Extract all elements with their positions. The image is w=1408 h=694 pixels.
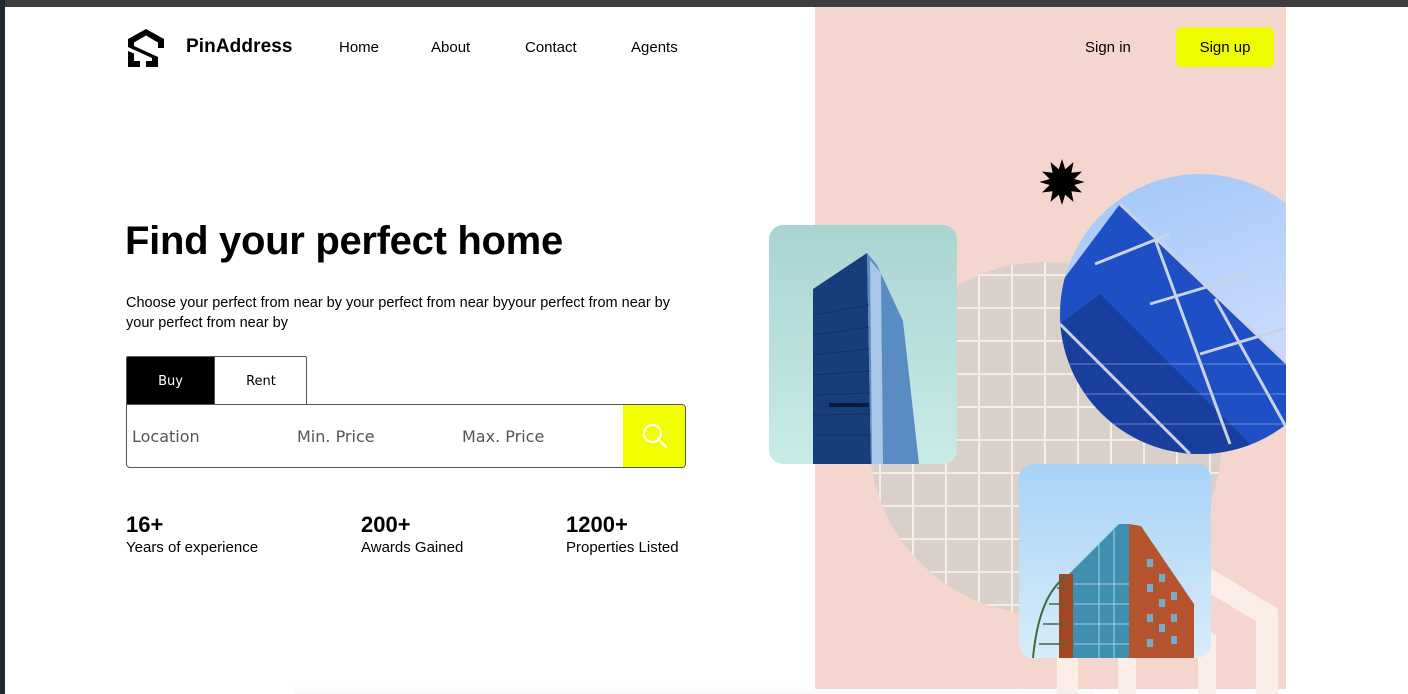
sign-in-link[interactable]: Sign in — [1085, 39, 1131, 56]
stat-value: 16+ — [126, 512, 164, 537]
landing-page: PinAddress Home About Contact Agents Sig… — [5, 7, 1408, 694]
hero-subtitle: Choose your perfect from near by your pe… — [126, 295, 670, 331]
stat-label: Awards Gained — [361, 539, 464, 556]
search-tabs: Buy Rent — [126, 356, 307, 405]
min-price-input[interactable] — [297, 405, 452, 467]
nav-link-about[interactable]: About — [431, 39, 470, 56]
tab-rent[interactable]: Rent — [214, 357, 306, 405]
search-icon — [642, 424, 667, 449]
nav-link-agents[interactable]: Agents — [631, 39, 678, 56]
starburst-decoration — [1039, 159, 1085, 205]
building-image-brick — [1019, 464, 1211, 658]
hero-title: Find your perfect home — [125, 219, 563, 263]
stat-label: Properties Listed — [566, 539, 679, 556]
building-image-tower — [769, 225, 957, 464]
location-input[interactable] — [132, 405, 287, 467]
property-search-bar — [126, 404, 686, 468]
nav-link-home[interactable]: Home — [339, 39, 379, 56]
nav-link-contact[interactable]: Contact — [525, 39, 577, 56]
stat-experience: 16+ Years of experience — [126, 512, 258, 556]
max-price-input[interactable] — [462, 405, 617, 467]
stat-value: 1200+ — [566, 512, 628, 537]
brand-name[interactable]: PinAddress — [186, 36, 293, 58]
bottom-fade — [295, 687, 1095, 694]
hexagon-s-logo-icon[interactable] — [125, 27, 167, 69]
stat-label: Years of experience — [126, 539, 259, 556]
search-button[interactable] — [623, 405, 685, 467]
browser-top-bar — [0, 0, 1408, 7]
stat-properties: 1200+ Properties Listed — [566, 512, 679, 556]
tab-buy[interactable]: Buy — [127, 357, 214, 405]
navbar: PinAddress Home About Contact Agents Sig… — [5, 7, 1408, 92]
stat-value: 200+ — [361, 512, 411, 537]
sign-up-button[interactable]: Sign up — [1176, 27, 1274, 67]
stat-awards: 200+ Awards Gained — [361, 512, 463, 556]
